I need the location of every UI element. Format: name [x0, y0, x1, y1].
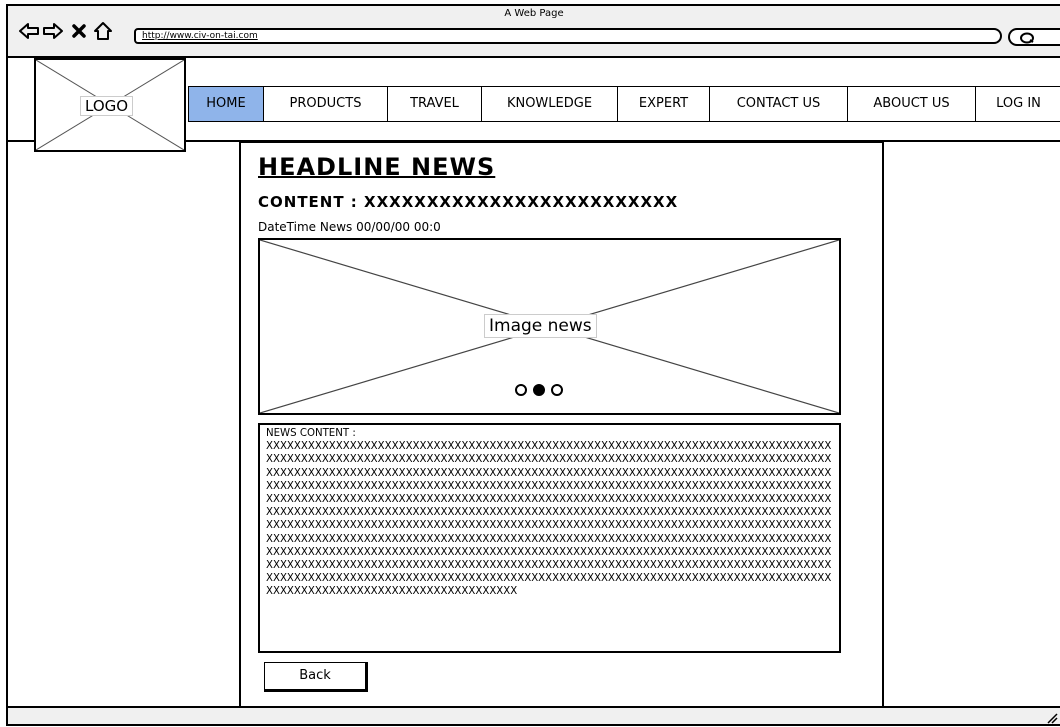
close-icon[interactable] — [68, 20, 90, 42]
nav-travel[interactable]: TRAVEL — [388, 86, 482, 122]
carousel-dot-active[interactable] — [533, 384, 545, 396]
browser-toolbar: A Web Page http://www.civ-on-tai.com — [8, 6, 1060, 58]
nav-knowledge[interactable]: KNOWLEDGE — [482, 86, 618, 122]
carousel-dot[interactable] — [551, 384, 563, 396]
carousel-dots — [515, 384, 563, 396]
nav-expert[interactable]: EXPERT — [618, 86, 710, 122]
news-content-body: XXXXXXXXXXXXXXXXXXXXXXXXXXXXXXXXXXXXXXXX… — [266, 441, 832, 598]
nav-home[interactable]: HOME — [188, 86, 264, 122]
site-header: LOGO HOME PRODUCTS TRAVEL KNOWLEDGE EXPE… — [8, 58, 1060, 152]
resize-grip-icon[interactable] — [1044, 710, 1058, 724]
status-bar — [8, 706, 1060, 724]
search-icon — [1020, 32, 1034, 44]
home-icon[interactable] — [92, 20, 114, 42]
window-title: A Web Page — [504, 8, 564, 19]
main-nav: HOME PRODUCTS TRAVEL KNOWLEDGE EXPERT CO… — [188, 86, 1060, 122]
news-content-box: NEWS CONTENT : XXXXXXXXXXXXXXXXXXXXXXXXX… — [258, 423, 841, 653]
content-summary: CONTENT : XXXXXXXXXXXXXXXXXXXXXXXXX — [258, 193, 679, 211]
news-panel: HEADLINE NEWS CONTENT : XXXXXXXXXXXXXXXX… — [239, 141, 884, 708]
forward-arrow-icon[interactable] — [42, 20, 64, 42]
back-button[interactable]: Back — [264, 662, 368, 692]
nav-about-us[interactable]: ABOUCT US — [848, 86, 976, 122]
nav-login[interactable]: LOG IN — [976, 86, 1060, 122]
address-bar[interactable]: http://www.civ-on-tai.com — [134, 28, 1002, 44]
browser-window: A Web Page http://www.civ-on-tai.com LOG… — [6, 4, 1060, 726]
news-image: Image news — [258, 238, 841, 415]
nav-contact-us[interactable]: CONTACT US — [710, 86, 848, 122]
news-datetime: DateTime News 00/00/00 00:0 — [258, 220, 441, 234]
carousel-dot[interactable] — [515, 384, 527, 396]
headline-title: HEADLINE NEWS — [258, 153, 496, 181]
news-content-label: NEWS CONTENT : — [266, 428, 356, 439]
logo-placeholder: LOGO — [34, 58, 186, 152]
url-text: http://www.civ-on-tai.com — [142, 31, 258, 41]
back-arrow-icon[interactable] — [18, 20, 40, 42]
search-field[interactable] — [1008, 28, 1060, 46]
nav-products[interactable]: PRODUCTS — [264, 86, 388, 122]
logo-label: LOGO — [80, 96, 134, 116]
image-label: Image news — [484, 314, 597, 338]
